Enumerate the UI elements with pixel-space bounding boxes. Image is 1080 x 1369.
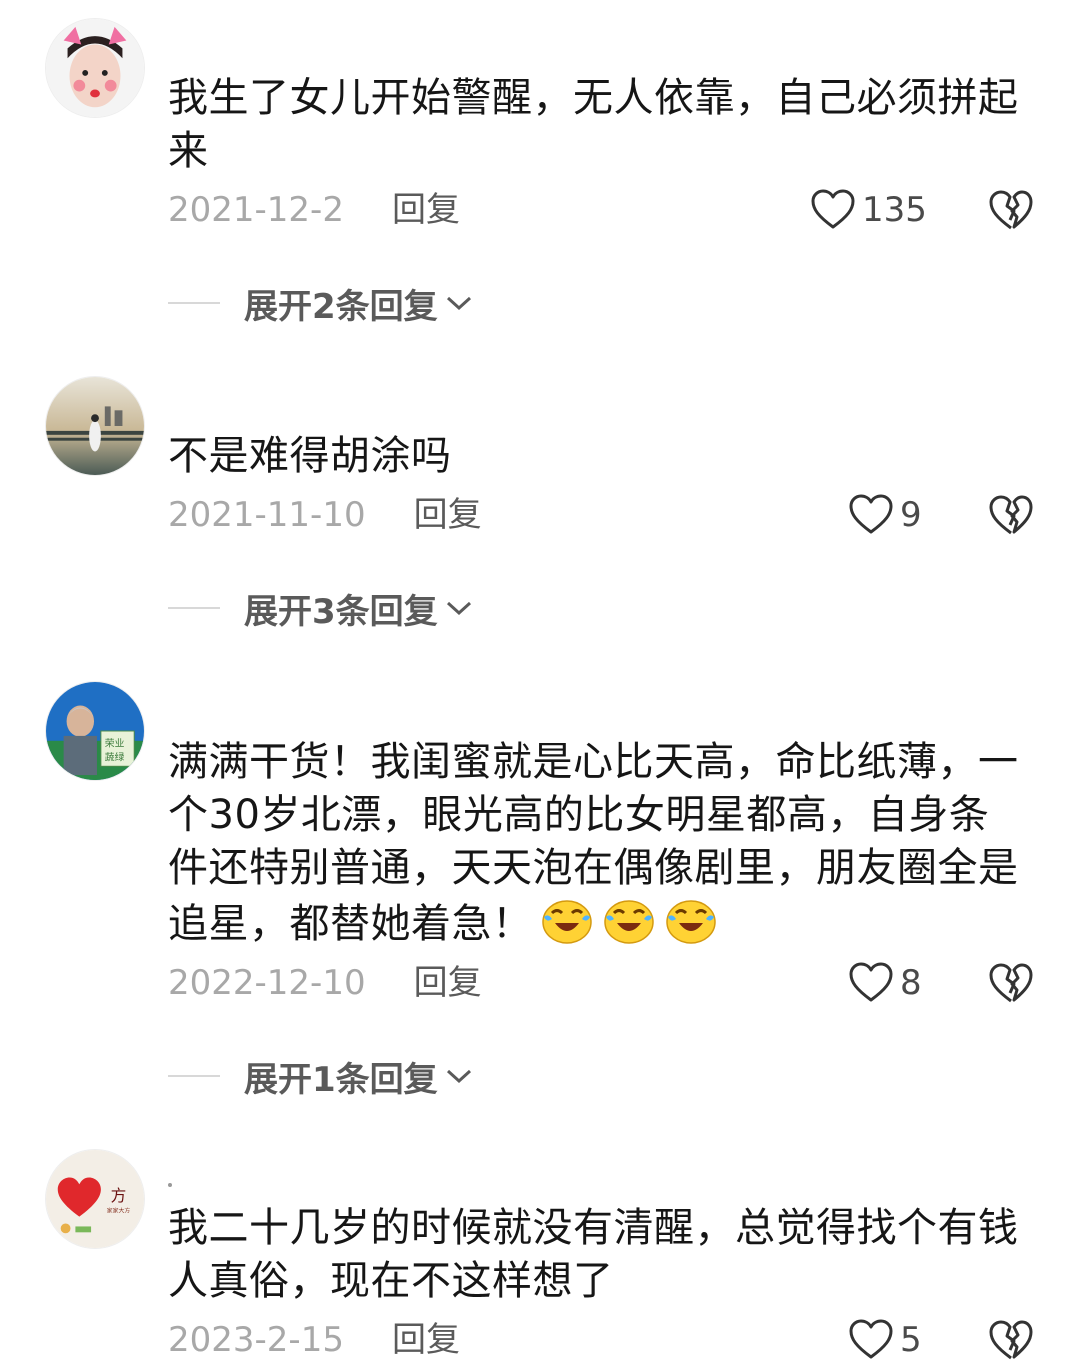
heart-outline-icon	[811, 189, 855, 229]
comment-date: 2023-2-15	[168, 1320, 344, 1360]
user-avatar[interactable]: 方 家家大方	[45, 1149, 145, 1249]
dislike-button[interactable]	[988, 1317, 1034, 1363]
heart-outline-icon	[849, 494, 893, 534]
divider-line	[168, 607, 220, 609]
like-count: 135	[862, 190, 927, 230]
expand-replies-label: 展开3条回复	[244, 591, 438, 632]
like-button[interactable]: 135	[810, 185, 927, 235]
chevron-down-icon	[446, 601, 471, 616]
svg-text:荣业: 荣业	[105, 738, 125, 750]
decorative-dot	[168, 1183, 172, 1187]
comment-date: 2021-11-10	[168, 495, 366, 535]
dislike-button[interactable]	[988, 492, 1034, 538]
user-avatar[interactable]	[45, 18, 145, 118]
reply-button[interactable]: 回复	[414, 958, 482, 1008]
comment-text: 我生了女儿开始警醒，无人依靠，自己必须拼起来	[168, 75, 1019, 174]
comment-meta: 2021-12-2 回复	[168, 185, 460, 235]
heart-outline-icon	[849, 1319, 893, 1359]
comment-date: 2022-12-10	[168, 963, 366, 1003]
broken-heart-icon	[989, 963, 1033, 1003]
svg-text:蔬绿: 蔬绿	[105, 750, 125, 763]
like-count: 8	[900, 963, 922, 1003]
heart-outline-icon	[849, 962, 893, 1002]
expand-replies-label: 展开1条回复	[244, 1059, 438, 1100]
crying-laughing-emoji	[663, 895, 719, 945]
reply-button[interactable]: 回复	[414, 490, 482, 540]
comment-text: 满满干货！我闺蜜就是心比天高，命比纸薄，一个30岁北漂，眼光高的比女明星都高，自…	[168, 736, 1028, 951]
user-avatar[interactable]	[45, 376, 145, 476]
svg-text:家家大方: 家家大方	[107, 1207, 131, 1215]
reply-button[interactable]: 回复	[392, 1315, 460, 1365]
like-button[interactable]: 9	[848, 490, 922, 540]
like-button[interactable]: 8	[848, 958, 922, 1008]
expand-replies-button[interactable]: 展开1条回复	[168, 1051, 474, 1101]
reply-button[interactable]: 回复	[392, 185, 460, 235]
like-count: 5	[900, 1320, 922, 1360]
chevron-down-icon	[446, 296, 471, 311]
expand-replies-button[interactable]: 展开3条回复	[168, 583, 474, 633]
divider-line	[168, 1075, 220, 1077]
svg-text:方: 方	[111, 1186, 127, 1205]
expand-replies-button[interactable]: 展开2条回复	[168, 278, 474, 328]
broken-heart-icon	[989, 495, 1033, 535]
broken-heart-icon	[989, 1320, 1033, 1360]
comment-text: 我二十几岁的时候就没有清醒，总觉得找个有钱人真俗，现在不这样想了	[168, 1205, 1019, 1304]
user-avatar[interactable]: 荣业 蔬绿	[45, 681, 145, 781]
comment-meta: 2021-11-10 回复	[168, 490, 482, 540]
broken-heart-icon	[989, 190, 1033, 230]
like-button[interactable]: 5	[848, 1315, 922, 1365]
expand-replies-label: 展开2条回复	[244, 286, 438, 327]
comment-text: 不是难得胡涂吗	[168, 433, 452, 479]
chevron-down-icon	[446, 1069, 471, 1084]
dislike-button[interactable]	[988, 960, 1034, 1006]
divider-line	[168, 302, 220, 304]
crying-laughing-emoji	[539, 895, 595, 945]
dislike-button[interactable]	[988, 187, 1034, 233]
like-count: 9	[900, 495, 922, 535]
crying-laughing-emoji	[601, 895, 657, 945]
comment-date: 2021-12-2	[168, 190, 344, 230]
comment-meta: 2022-12-10 回复	[168, 958, 482, 1008]
comment-meta: 2023-2-15 回复	[168, 1315, 460, 1365]
